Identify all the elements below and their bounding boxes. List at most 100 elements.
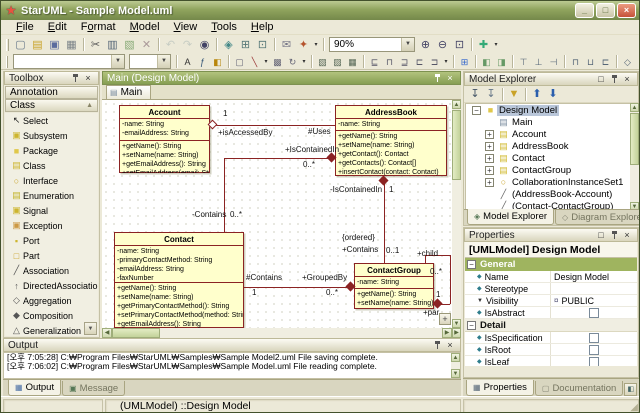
scroll-right-icon[interactable]: ▶: [442, 328, 452, 338]
move-down-button[interactable]: ⬇: [545, 87, 561, 102]
role-label[interactable]: +Contains: [342, 245, 378, 254]
toolbox-item-signal[interactable]: ▣Signal: [5, 203, 98, 218]
maximize-button[interactable]: □: [596, 3, 615, 18]
resize-grip-icon[interactable]: ◢: [630, 402, 638, 413]
tab-message[interactable]: ▣Message: [62, 381, 125, 396]
scrollbar-thumb[interactable]: [112, 328, 160, 338]
class-name[interactable]: AddressBook: [336, 106, 446, 119]
toolbox-item-composition[interactable]: ◆Composition: [5, 308, 98, 323]
class-member[interactable]: +getName(): String: [117, 284, 241, 293]
paste-button[interactable]: ▧: [121, 37, 138, 53]
dropdown-caret-icon[interactable]: ▾: [262, 58, 270, 65]
combo-arrow-icon[interactable]: ▼: [401, 38, 414, 51]
property-value-cell[interactable]: [551, 356, 637, 366]
composition-diamond[interactable]: [433, 299, 443, 309]
toolbox-section-annotation[interactable]: Annotation: [5, 86, 98, 99]
vertical-scrollbar[interactable]: ▲ ▼: [451, 353, 460, 378]
multiplicity-label[interactable]: 1: [223, 109, 227, 118]
checkbox[interactable]: [589, 308, 599, 318]
tree-item-contact[interactable]: +▤Contact: [466, 152, 630, 164]
font-style-button[interactable]: ƒ: [195, 55, 210, 69]
checkbox[interactable]: [589, 345, 599, 355]
pin-icon[interactable]: [433, 73, 442, 83]
association-account-addressbook[interactable]: [216, 125, 335, 126]
class-member[interactable]: -primaryContactMethod: String: [117, 256, 241, 265]
align-left-button[interactable]: ⊑: [367, 55, 382, 69]
class-addressbook[interactable]: AddressBook -name: String +getName(): St…: [335, 105, 447, 176]
tree-item-addressbook[interactable]: +▤AddressBook: [466, 140, 630, 152]
property-row-isspecification[interactable]: ◆IsSpecification: [465, 332, 637, 344]
tab-main-diagram[interactable]: ▤ Main: [106, 85, 151, 99]
association-addressbook-contactgroup[interactable]: [384, 184, 385, 263]
toolbox-item-part[interactable]: □Part: [5, 248, 98, 263]
add-diagram-button[interactable]: ◈: [220, 37, 237, 53]
align-vertical-button[interactable]: ⊥: [531, 55, 546, 69]
multiplicity-label[interactable]: 0..*: [230, 210, 242, 219]
order-button[interactable]: ▦: [345, 55, 360, 69]
class-member[interactable]: +getEmailAddress(): String: [117, 320, 241, 328]
association-contactgroup-self[interactable]: [441, 304, 450, 305]
same-size-button[interactable]: ⊏: [598, 55, 613, 69]
delete-button[interactable]: ✕: [138, 37, 155, 53]
multiplicity-label[interactable]: 0..*: [430, 267, 442, 276]
align-top-button[interactable]: ⊏: [412, 55, 427, 69]
collapse-icon[interactable]: −: [472, 106, 481, 115]
class-member[interactable]: +setName(name: String): [122, 151, 207, 160]
close-panel-icon[interactable]: ×: [444, 73, 456, 84]
checkbox[interactable]: [589, 357, 599, 367]
copy-button[interactable]: ▥: [104, 37, 121, 53]
property-row-visibility[interactable]: ▼Visibility¤PUBLIC: [465, 295, 637, 307]
toolbox-item-enumeration[interactable]: ▤Enumeration: [5, 188, 98, 203]
tree-item--addressbook-account-[interactable]: ╱(AddressBook-Account): [466, 188, 630, 200]
dropdown-caret-icon[interactable]: ▾: [492, 41, 500, 48]
redo-button[interactable]: ↷: [179, 37, 196, 53]
scroll-up-icon[interactable]: ▲: [452, 100, 461, 109]
menu-file[interactable]: File: [9, 21, 41, 33]
font-size-combo[interactable]: ▼: [129, 54, 171, 69]
scrollbar-thumb[interactable]: [630, 113, 639, 165]
same-width-button[interactable]: ⊓: [568, 55, 583, 69]
toolbox-section-class[interactable]: Class ▲: [5, 99, 98, 112]
class-member[interactable]: +insertContact(contact: Contact): [338, 168, 444, 176]
toolbox-item-exception[interactable]: ▣Exception: [5, 218, 98, 233]
class-member[interactable]: -emailAddress: String: [122, 129, 207, 138]
class-member[interactable]: -emailAddress: String: [117, 265, 241, 274]
zoom-combo[interactable]: 90%▼: [329, 37, 415, 52]
class-member[interactable]: +getEmailAddress(): String: [122, 160, 207, 169]
menu-model[interactable]: Model: [123, 21, 167, 33]
dropdown-caret-icon[interactable]: ▾: [312, 41, 320, 48]
multiplicity-label[interactable]: 0..*: [326, 288, 338, 297]
font-name-combo[interactable]: ▼: [13, 54, 125, 69]
fill-color-button[interactable]: ◧: [210, 55, 225, 69]
toolbox-item-interface[interactable]: ○Interface: [5, 173, 98, 188]
combo-arrow-icon[interactable]: ▼: [157, 55, 170, 68]
role-label[interactable]: #Uses: [308, 127, 331, 136]
menu-help[interactable]: Help: [244, 21, 281, 33]
toolbox-item-class[interactable]: ▤Class: [5, 158, 98, 173]
role-label[interactable]: +GroupedBy: [302, 273, 347, 282]
dropdown-caret-icon[interactable]: ▾: [442, 58, 450, 65]
property-group-general[interactable]: −General: [465, 258, 637, 271]
tab-properties[interactable]: ▦Properties: [466, 380, 534, 396]
vertical-scrollbar[interactable]: ▲ ▼: [452, 100, 461, 328]
property-value-cell[interactable]: ¤PUBLIC: [551, 295, 637, 306]
font-color-button[interactable]: A: [180, 55, 195, 69]
class-member[interactable]: +setPrimaryContactMethod(method: String): [117, 311, 241, 320]
diagram-overview-button[interactable]: +: [439, 313, 451, 325]
copy-style-button[interactable]: ◧: [479, 55, 494, 69]
diagram-view-button[interactable]: ⊡: [254, 37, 271, 53]
property-value-cell[interactable]: [551, 307, 637, 318]
property-row-isleaf[interactable]: ◆IsLeaf: [465, 356, 637, 366]
scroll-up-icon[interactable]: ▲: [630, 103, 639, 112]
property-row-stereotype[interactable]: ◆Stereotype: [465, 283, 637, 295]
role-label[interactable]: +isAccessedBy: [218, 128, 272, 137]
property-row-isabstract[interactable]: ◆IsAbstract: [465, 307, 637, 319]
class-name[interactable]: Account: [120, 106, 209, 119]
align-bottom-button[interactable]: ⊐: [427, 55, 442, 69]
new-file-button[interactable]: ▢: [12, 37, 29, 53]
class-member[interactable]: +getContacts(): Contact[]: [338, 159, 444, 168]
pin-icon[interactable]: [433, 340, 442, 350]
menu-edit[interactable]: Edit: [41, 21, 74, 33]
tab-documentation[interactable]: ▢Documentation: [535, 381, 623, 396]
filter-button[interactable]: ▼: [506, 87, 522, 102]
